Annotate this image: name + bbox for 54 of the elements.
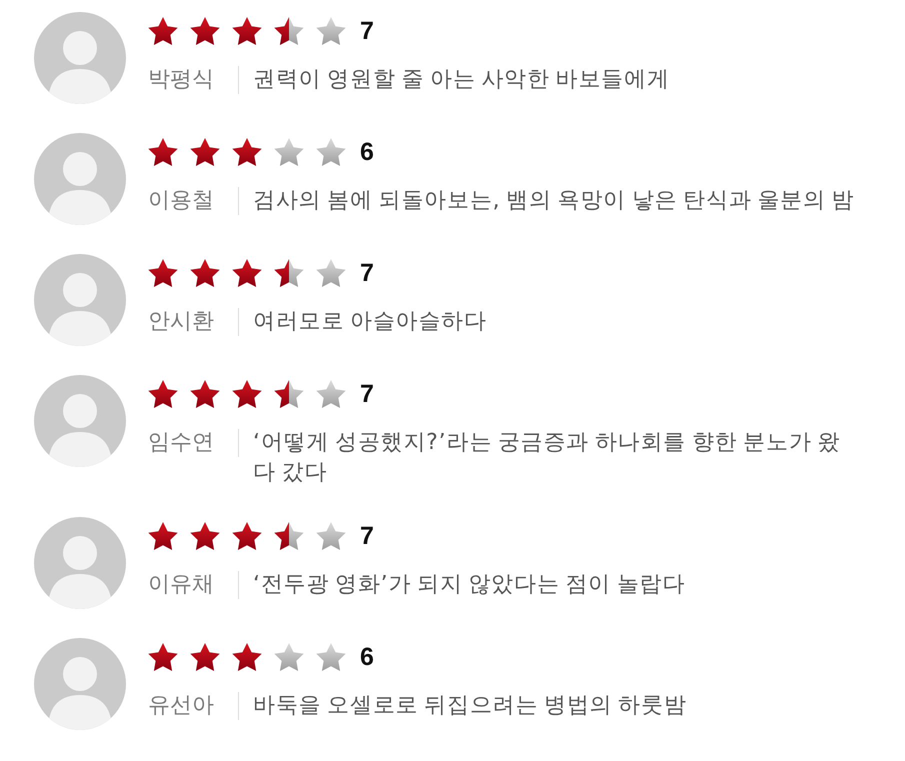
avatar-icon	[34, 375, 126, 467]
reviewer-name: 안시환	[148, 308, 214, 336]
star-icon	[232, 259, 262, 287]
star-icon	[190, 522, 220, 550]
review-comment: 검사의 봄에 되돌아보는, 뱀의 욕망이 낳은 탄식과 울분의 밤	[253, 187, 856, 215]
half-star-icon	[274, 380, 304, 408]
rating-score: 7	[360, 522, 374, 550]
reviewer-name: 유선아	[148, 692, 214, 720]
star-icon	[232, 138, 262, 166]
half-star-icon	[274, 17, 304, 45]
rating-score: 7	[360, 380, 374, 408]
star-icon	[190, 643, 220, 671]
star-icon	[190, 259, 220, 287]
rating-score: 7	[360, 16, 374, 46]
avatar-icon	[34, 517, 126, 609]
star-icon	[232, 522, 262, 550]
star-icon	[190, 380, 220, 408]
reviewer-name: 박평식	[148, 66, 214, 94]
empty-star-icon	[316, 522, 346, 550]
empty-star-icon	[316, 259, 346, 287]
star-icon	[148, 643, 178, 671]
reviewer-name: 이용철	[148, 187, 214, 215]
avatar-icon	[34, 254, 126, 346]
star-icon	[148, 17, 178, 45]
empty-star-icon	[316, 643, 346, 671]
empty-star-icon	[316, 17, 346, 45]
rating-score: 6	[360, 642, 374, 672]
rating-score: 6	[360, 138, 374, 166]
star-icon	[148, 522, 178, 550]
star-icon	[232, 17, 262, 45]
review-comment: 여러모로 아슬아슬하다	[253, 308, 488, 336]
star-icon	[190, 138, 220, 166]
star-icon	[232, 643, 262, 671]
review-comment: ‘전두광 영화’가 되지 않았다는 점이 놀랍다	[253, 571, 686, 599]
half-star-icon	[274, 522, 304, 550]
star-icon	[148, 380, 178, 408]
avatar-icon	[34, 12, 126, 104]
star-icon	[232, 380, 262, 408]
reviewer-name: 이유채	[148, 571, 214, 599]
empty-star-icon	[274, 138, 304, 166]
star-icon	[190, 17, 220, 45]
avatar-icon	[34, 638, 126, 730]
empty-star-icon	[316, 138, 346, 166]
empty-star-icon	[274, 643, 304, 671]
review-comment: ‘어떻게 성공했지?’라는 궁금증과 하나회를 향한 분노가 왔다 갔다	[253, 429, 842, 487]
avatar-icon	[34, 133, 126, 225]
review-comment: 바둑을 오셀로로 뒤집으려는 병법의 하룻밤	[253, 692, 688, 720]
star-icon	[148, 138, 178, 166]
reviewer-name: 임수연	[148, 429, 214, 457]
rating-score: 7	[360, 258, 374, 288]
review-comment: 권력이 영원할 줄 아는 사악한 바보들에게	[253, 66, 671, 94]
empty-star-icon	[316, 380, 346, 408]
star-icon	[148, 259, 178, 287]
half-star-icon	[274, 259, 304, 287]
